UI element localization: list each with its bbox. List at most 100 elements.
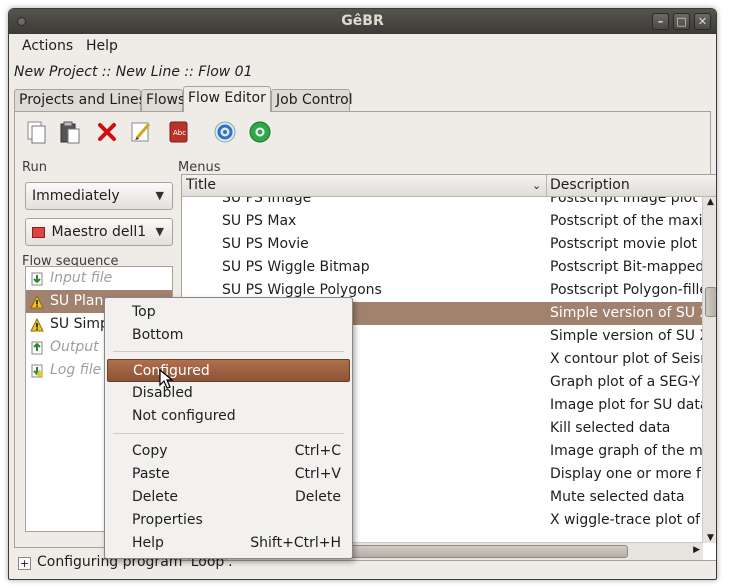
menu-help[interactable]: Help — [86, 38, 118, 54]
execute-icon[interactable] — [213, 120, 237, 144]
ctx-properties[interactable]: Properties — [107, 509, 350, 532]
vertical-scrollbar[interactable]: ▲ ▼ — [702, 197, 716, 543]
ctx-top-label: Top — [132, 304, 156, 320]
tab-flow-editor[interactable]: Flow Editor — [183, 86, 271, 112]
menu-actions[interactable]: Actions — [22, 38, 73, 54]
menu-row-description: Postscript image plot o — [550, 197, 702, 206]
log-file-icon — [30, 363, 44, 378]
flow-item-label: Input file — [50, 270, 113, 286]
ctx-configured[interactable]: Configured — [107, 359, 350, 382]
dictionary-icon[interactable]: Abc — [166, 120, 190, 144]
ctx-bottom-label: Bottom — [132, 327, 184, 343]
menu-row[interactable]: SU PS Movie Postscript movie plot o — [182, 233, 703, 256]
menu-row[interactable]: SU PS Image Postscript image plot o — [182, 197, 703, 210]
ctx-help[interactable]: Help Shift+Ctrl+H — [107, 532, 350, 555]
menu-row-description: Display one or more fra — [550, 466, 702, 482]
ctx-help-accel: Shift+Ctrl+H — [250, 535, 341, 551]
menu-row-description: Postscript Polygon-fille — [550, 282, 702, 298]
output-file-icon — [30, 340, 44, 355]
tab-projects-and-lines[interactable]: Projects and Lines — [14, 89, 146, 111]
input-file-icon — [30, 271, 44, 286]
menu-row-title: SU PS Max — [222, 213, 297, 229]
run-mode-combo[interactable]: Immediately ▼ — [25, 182, 173, 210]
expander-icon[interactable]: + — [18, 557, 31, 570]
ctx-properties-label: Properties — [132, 512, 203, 528]
menus-label: Menus — [178, 160, 221, 175]
ctx-delete-accel: Delete — [295, 489, 341, 505]
menu-row-title: SU PS Image — [222, 197, 312, 206]
menu-row-description: Image graph of the ma — [550, 443, 702, 459]
ctx-delete-label: Delete — [132, 489, 178, 505]
menu-row-title: SU PS Wiggle Bitmap — [222, 259, 370, 275]
ctx-bottom[interactable]: Bottom — [107, 324, 350, 347]
server-icon — [32, 226, 45, 238]
column-description[interactable]: Description — [550, 177, 630, 193]
vertical-scroll-thumb[interactable] — [705, 287, 716, 317]
warning-icon — [30, 317, 44, 332]
scroll-down-icon[interactable]: ▼ — [707, 533, 714, 543]
new-document-icon[interactable] — [24, 120, 48, 144]
title-bar[interactable]: GêBR – □ ✕ — [9, 9, 716, 34]
menu-row[interactable]: SU PS Max Postscript of the maxim — [182, 210, 703, 233]
tab-flows[interactable]: Flows — [141, 89, 185, 111]
menu-row-description: Simple version of SU X — [550, 328, 702, 344]
edit-icon[interactable] — [129, 120, 153, 144]
minimize-button[interactable]: – — [652, 13, 669, 30]
flow-item-label: Log file — [50, 362, 102, 378]
menu-row-description: X wiggle-trace plot of S — [550, 512, 702, 528]
menu-row-description: Postscript movie plot o — [550, 236, 702, 252]
maximize-button[interactable]: □ — [673, 13, 690, 30]
window-menu-icon[interactable] — [17, 17, 26, 26]
menu-row[interactable]: SU PS Wiggle Bitmap Postscript Bit-mapped — [182, 256, 703, 279]
close-icon: ✕ — [697, 15, 708, 28]
run-label: Run — [22, 160, 47, 175]
svg-text:Abc: Abc — [173, 129, 186, 137]
menu-row-description: Kill selected data — [550, 420, 671, 436]
separator — [113, 351, 344, 352]
ctx-disabled[interactable]: Disabled — [107, 382, 350, 405]
help-icon[interactable] — [248, 120, 272, 144]
ctx-top[interactable]: Top — [107, 301, 350, 324]
chevron-down-icon: ▼ — [155, 225, 164, 238]
paste-icon[interactable] — [58, 120, 82, 144]
breadcrumb: New Project :: New Line :: Flow 01 — [14, 64, 253, 80]
column-title[interactable]: Title — [186, 177, 216, 193]
menu-row-description: X contour plot of Seism — [550, 351, 702, 367]
ctx-copy-label: Copy — [132, 443, 168, 459]
run-mode-value: Immediately — [32, 188, 120, 204]
minimize-icon: – — [657, 15, 664, 28]
menu-row-description: Postscript of the maxim — [550, 213, 702, 229]
menu-row-title: SU PS Movie — [222, 236, 309, 252]
menu-bar: Actions Help — [9, 34, 716, 60]
menu-row-description: Image plot for SU data — [550, 397, 702, 413]
ctx-paste-accel: Ctrl+V — [294, 466, 341, 482]
close-button[interactable]: ✕ — [694, 13, 711, 30]
context-menu: Top Bottom Configured Disabled Not confi… — [104, 297, 353, 559]
menu-row-description: Graph plot of a SEG-Y d — [550, 374, 702, 390]
menu-row-description: Postscript Bit-mapped — [550, 259, 702, 275]
menu-row-description: Mute selected data — [550, 489, 685, 505]
ctx-copy-accel: Ctrl+C — [294, 443, 341, 459]
menu-row-description: Simple version of SU X — [550, 305, 702, 321]
tab-job-control[interactable]: Job Control — [271, 89, 353, 111]
warning-icon — [30, 294, 44, 309]
flow-item-label: SU Plane — [50, 293, 112, 309]
server-value: Maestro dell1 — [51, 224, 147, 240]
maximize-icon: □ — [676, 15, 687, 28]
ctx-copy[interactable]: Copy Ctrl+C — [107, 440, 350, 463]
chevron-down-icon[interactable]: ⌄ — [532, 179, 541, 192]
server-combo[interactable]: Maestro dell1 ▼ — [25, 218, 173, 246]
window-title: GêBR — [341, 13, 384, 29]
flow-item-input-file[interactable]: Input file — [26, 267, 172, 290]
ctx-not-configured[interactable]: Not configured — [107, 405, 350, 428]
mouse-cursor-icon — [158, 368, 174, 395]
menus-header: Title ⌄ Description — [182, 175, 716, 197]
ctx-paste[interactable]: Paste Ctrl+V — [107, 463, 350, 486]
separator — [113, 433, 344, 434]
ctx-not-configured-label: Not configured — [132, 408, 236, 424]
chevron-down-icon: ▼ — [155, 189, 164, 202]
ctx-delete[interactable]: Delete Delete — [107, 486, 350, 509]
ctx-help-label: Help — [132, 535, 164, 551]
scroll-up-icon[interactable]: ▲ — [707, 197, 714, 207]
delete-icon[interactable] — [95, 120, 119, 144]
